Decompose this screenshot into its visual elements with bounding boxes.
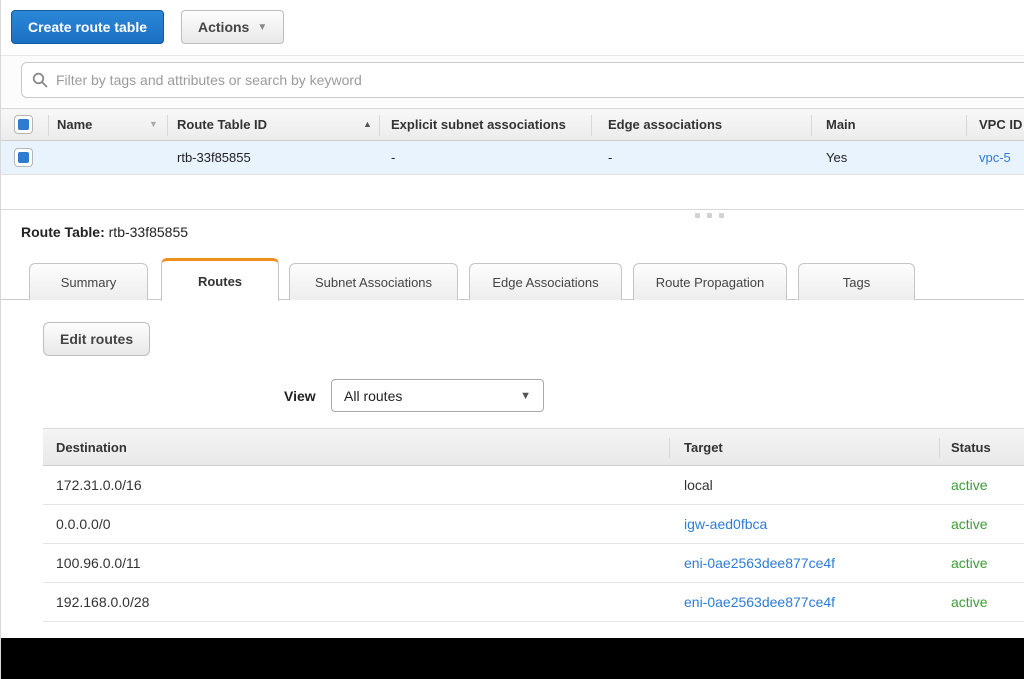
column-divider — [379, 115, 380, 136]
route-row: 0.0.0.0/0 igw-aed0fbca active — [43, 505, 1024, 544]
filter-input[interactable] — [56, 72, 1020, 88]
column-header-main[interactable]: Main — [826, 117, 856, 132]
route-row: 100.96.0.0/11 eni-0ae2563dee877ce4f acti… — [43, 544, 1024, 583]
routes-header-row: Destination Target Status — [43, 428, 1024, 466]
actions-button-label: Actions — [198, 19, 249, 35]
checkbox-checked-indicator — [18, 152, 29, 163]
column-divider — [48, 115, 49, 136]
route-status: active — [951, 477, 988, 493]
column-divider — [669, 438, 670, 458]
route-target-link[interactable]: eni-0ae2563dee877ce4f — [684, 594, 835, 610]
tab-tags[interactable]: Tags — [798, 263, 915, 300]
vpc-route-tables-page: Create route table Actions ▼ Name ▼ Rout… — [0, 0, 1024, 679]
detail-heading-label: Route Table: — [21, 224, 105, 240]
letterbox-bottom — [1, 638, 1024, 679]
route-status: active — [951, 555, 988, 571]
route-destination: 0.0.0.0/0 — [56, 516, 111, 532]
view-label: View — [284, 388, 316, 404]
row-vpc-id-link[interactable]: vpc-5 — [979, 150, 1011, 165]
create-route-table-button[interactable]: Create route table — [11, 10, 164, 44]
column-divider — [939, 438, 940, 458]
tab-subnet-associations[interactable]: Subnet Associations — [289, 263, 458, 300]
row-route-table-id: rtb-33f85855 — [177, 150, 251, 165]
view-select-value: All routes — [344, 388, 402, 404]
filter-toolbar — [1, 55, 1024, 107]
tab-route-propagation[interactable]: Route Propagation — [633, 263, 787, 300]
column-header-route-table-id[interactable]: Route Table ID — [177, 117, 267, 132]
sort-icon-route-table-id[interactable]: ▲ — [363, 119, 372, 129]
column-divider — [966, 115, 967, 136]
route-target: local — [684, 477, 713, 493]
panel-divider — [1, 209, 1024, 210]
tab-summary[interactable]: Summary — [29, 263, 148, 300]
route-destination: 100.96.0.0/11 — [56, 555, 141, 571]
column-header-vpc-id[interactable]: VPC ID — [979, 117, 1022, 132]
route-row: 192.168.0.0/28 eni-0ae2563dee877ce4f act… — [43, 583, 1024, 622]
route-destination: 192.168.0.0/28 — [56, 594, 149, 610]
checkbox-checked-indicator — [18, 119, 29, 130]
sort-icon-name[interactable]: ▼ — [149, 119, 158, 129]
route-status: active — [951, 594, 988, 610]
column-divider — [167, 115, 168, 136]
row-edge-associations: - — [608, 150, 612, 165]
column-header-destination: Destination — [56, 440, 127, 455]
column-header-edge-associations[interactable]: Edge associations — [608, 117, 722, 132]
view-select[interactable]: All routes ▼ — [331, 379, 544, 412]
column-header-name[interactable]: Name — [57, 117, 92, 132]
chevron-down-icon: ▼ — [257, 22, 267, 33]
route-destination: 172.31.0.0/16 — [56, 477, 142, 493]
route-target-link[interactable]: eni-0ae2563dee877ce4f — [684, 555, 835, 571]
route-tables-header-row: Name ▼ Route Table ID ▲ Explicit subnet … — [1, 108, 1024, 141]
column-divider — [591, 115, 592, 136]
route-row: 172.31.0.0/16 local active — [43, 466, 1024, 505]
route-target-link[interactable]: igw-aed0fbca — [684, 516, 767, 532]
select-all-checkbox[interactable] — [14, 115, 33, 134]
row-explicit-subnet-association: - — [391, 150, 395, 165]
row-checkbox[interactable] — [14, 148, 33, 167]
chevron-down-icon: ▼ — [520, 390, 531, 402]
column-header-target: Target — [684, 440, 723, 455]
detail-heading-value: rtb-33f85855 — [109, 224, 188, 240]
route-status: active — [951, 516, 988, 532]
edit-routes-button[interactable]: Edit routes — [43, 322, 150, 356]
filter-input-container[interactable] — [21, 62, 1024, 98]
actions-button[interactable]: Actions ▼ — [181, 10, 284, 44]
column-header-explicit-subnet-association[interactable]: Explicit subnet associations — [391, 117, 587, 132]
route-table-row[interactable]: rtb-33f85855 - - Yes vpc-5 — [1, 141, 1024, 175]
panel-resize-handle[interactable] — [695, 213, 724, 218]
row-main: Yes — [826, 150, 847, 165]
tab-routes[interactable]: Routes — [161, 258, 279, 301]
column-divider — [811, 115, 812, 136]
tab-edge-associations[interactable]: Edge Associations — [469, 263, 622, 300]
column-header-status: Status — [951, 440, 991, 455]
search-icon — [32, 72, 48, 88]
routes-table: Destination Target Status 172.31.0.0/16 … — [43, 428, 1024, 622]
detail-heading: Route Table: rtb-33f85855 — [21, 224, 188, 240]
